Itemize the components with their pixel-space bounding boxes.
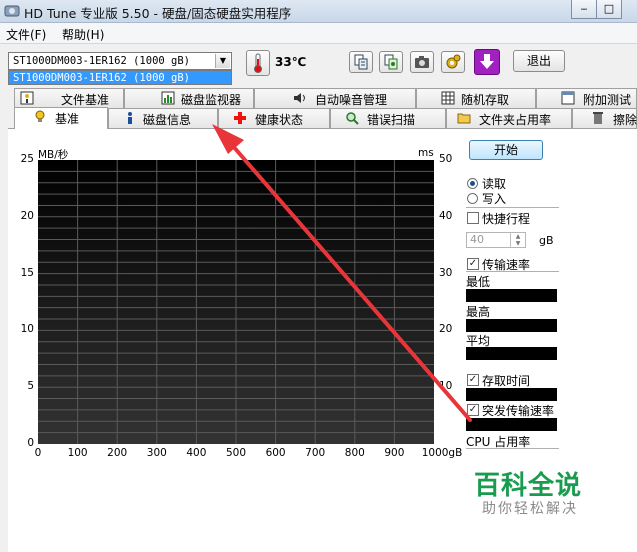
watermark-slogan: 助你轻松解决 [482, 501, 578, 517]
watermark-logo: 百科全说 [474, 471, 583, 501]
lightbulb-icon [35, 110, 45, 122]
tab-benchmark-label: 基准 [55, 112, 80, 126]
tab-benchmark[interactable]: 基准 [14, 107, 108, 129]
